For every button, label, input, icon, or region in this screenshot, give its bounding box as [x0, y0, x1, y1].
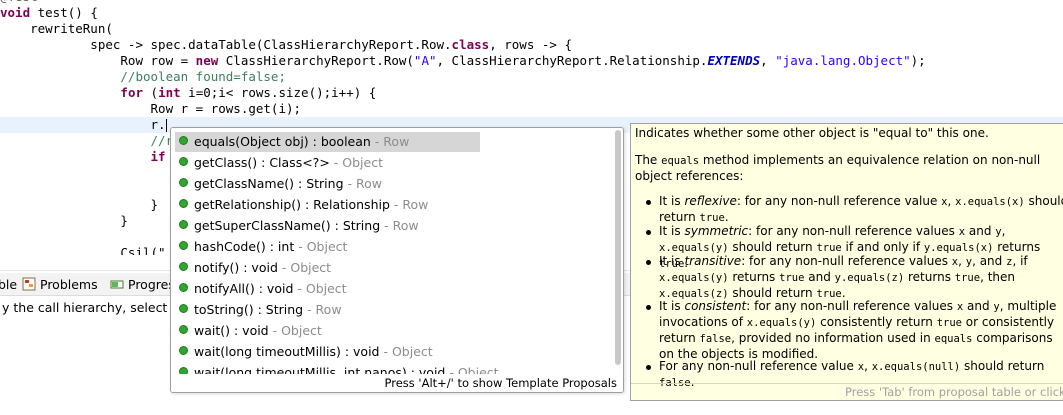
- proposal-list[interactable]: equals(Object obj) : boolean - Row getCla…: [171, 128, 611, 374]
- content-assist-popup[interactable]: equals(Object obj) : boolean - Row getCla…: [170, 127, 624, 393]
- proposal-signature: getClassName() : String: [194, 176, 344, 191]
- proposal-item[interactable]: getClassName() : String - Row: [175, 174, 480, 194]
- tab-progress[interactable]: Progres: [110, 276, 175, 294]
- proposal-owner: Object: [457, 365, 499, 374]
- public-method-icon: [179, 178, 188, 187]
- proposal-item[interactable]: wait(long timeoutMillis, int nanos) : vo…: [175, 363, 499, 374]
- code-line[interactable]: Row row = new ClassHierarchyReport.Row("…: [0, 53, 925, 69]
- proposal-item[interactable]: wait(long timeoutMillis) : void - Object: [175, 342, 480, 362]
- proposal-signature: wait() : void: [194, 323, 269, 338]
- javadoc-list-item: It is consistent: for any non-null refer…: [646, 299, 1063, 362]
- code-line[interactable]: spec -> spec.dataTable(ClassHierarchyRep…: [0, 37, 572, 53]
- tab-console[interactable]: ble: [0, 276, 17, 294]
- proposal-item[interactable]: hashCode() : int - Object: [175, 237, 480, 257]
- public-method-icon: [179, 325, 188, 334]
- proposal-item[interactable]: getSuperClassName() : String - Row: [175, 216, 480, 236]
- code-line[interactable]: Row r = rows.get(i);: [0, 101, 302, 117]
- public-method-icon: [179, 304, 188, 313]
- problems-icon: [22, 277, 36, 291]
- progress-icon: [110, 277, 124, 291]
- proposal-item[interactable]: getRelationship() : Relationship - Row: [175, 195, 480, 215]
- public-method-icon: [179, 367, 188, 374]
- proposal-item[interactable]: notify() : void - Object: [175, 258, 480, 278]
- public-method-icon: [179, 346, 188, 355]
- proposal-signature: getClass() : Class<?>: [194, 155, 330, 170]
- proposal-owner: Object: [290, 260, 332, 275]
- proposal-item[interactable]: equals(Object obj) : boolean - Row: [175, 132, 480, 152]
- tab-problems[interactable]: Problems: [22, 276, 98, 294]
- proposal-owner: Row: [315, 302, 342, 317]
- proposal-item[interactable]: toString() : String - Row: [175, 300, 480, 320]
- scrollbar-thumb[interactable]: [615, 130, 621, 365]
- proposal-signature: hashCode() : int: [194, 239, 295, 254]
- tab-console-label: ble: [0, 277, 18, 292]
- proposal-scrollbar[interactable]: [614, 130, 622, 370]
- proposal-signature: notifyAll() : void: [194, 281, 294, 296]
- javadoc-list-item: It is reflexive: for any non-null refere…: [646, 194, 1063, 226]
- tab-problems-label: Problems: [40, 277, 98, 292]
- code-line[interactable]: void test() {: [0, 5, 98, 21]
- proposal-item[interactable]: getClass() : Class<?> - Object: [175, 153, 480, 173]
- proposal-owner: Object: [342, 155, 383, 170]
- javadoc-focus-hint: Press 'Tab' from proposal table or click…: [631, 383, 1063, 400]
- code-line[interactable]: //boolean found=false;: [0, 69, 286, 85]
- proposal-footer-hint: Press 'Alt+/' to show Template Proposals: [171, 374, 623, 392]
- proposal-owner: Object: [281, 323, 322, 338]
- call-hierarchy-message: y the call hierarchy, select one: [2, 300, 195, 315]
- proposal-owner: Row: [402, 197, 429, 212]
- code-line[interactable]: if: [0, 149, 166, 165]
- javadoc-title: Indicates whether some other object is "…: [635, 126, 989, 140]
- proposal-owner: Row: [383, 134, 410, 149]
- code-line[interactable]: for (int i=0;i< rows.size();i++) {: [0, 85, 376, 101]
- public-method-icon: [179, 136, 188, 145]
- code-line[interactable]: }: [0, 213, 128, 229]
- proposal-signature: wait(long timeoutMillis) : void: [194, 344, 380, 359]
- proposal-owner: Object: [391, 344, 433, 359]
- text-caret: [165, 119, 167, 132]
- public-method-icon: [179, 283, 188, 292]
- proposal-owner: Row: [355, 176, 382, 191]
- proposal-signature: wait(long timeoutMillis, int nanos) : vo…: [194, 365, 446, 374]
- public-method-icon: [179, 199, 188, 208]
- public-method-icon: [179, 157, 188, 166]
- public-method-icon: [179, 241, 188, 250]
- proposal-signature: getRelationship() : Relationship: [194, 197, 390, 212]
- proposal-signature: toString() : String: [194, 302, 304, 317]
- javadoc-hover-popup[interactable]: Indicates whether some other object is "…: [630, 123, 1063, 401]
- proposal-owner: Object: [306, 239, 348, 254]
- proposal-signature: getSuperClassName() : String: [194, 218, 381, 233]
- proposal-item[interactable]: notifyAll() : void - Object: [175, 279, 480, 299]
- tab-progress-label: Progres: [128, 277, 175, 292]
- code-line[interactable]: rewriteRun(: [0, 21, 113, 37]
- public-method-icon: [179, 262, 188, 271]
- code-line[interactable]: Csil(": [0, 245, 165, 255]
- proposal-item[interactable]: wait() : void - Object: [175, 321, 480, 341]
- proposal-signature: notify() : void: [194, 260, 278, 275]
- proposal-owner: Object: [305, 281, 347, 296]
- javadoc-intro: The equals method implements an equivale…: [635, 153, 1041, 183]
- proposal-signature: equals(Object obj) : boolean: [194, 134, 371, 149]
- javadoc-list-item: It is transitive: for any non-null refer…: [646, 254, 1063, 302]
- public-method-icon: [179, 220, 188, 229]
- proposal-owner: Row: [392, 218, 419, 233]
- code-line[interactable]: //r: [0, 133, 174, 149]
- code-line[interactable]: }: [0, 197, 159, 213]
